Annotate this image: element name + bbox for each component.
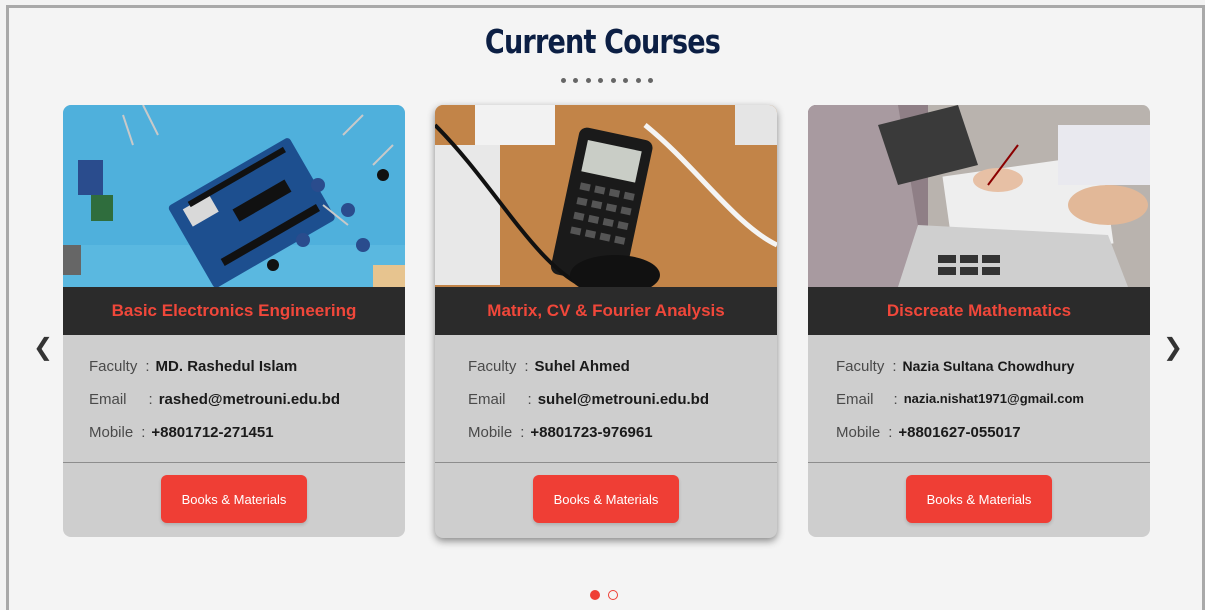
course-info: Faculty: Suhel Ahmed Email: suhel@metrouni… <box>468 358 709 457</box>
mobile-value: +8801712-271451 <box>151 424 274 441</box>
email-value: suhel@metrouni.edu.bd <box>537 391 709 408</box>
mobile-label: Mobile <box>836 424 881 441</box>
course-title: Basic Electronics Engineering <box>63 287 405 335</box>
carousel-pagination <box>590 590 618 600</box>
books-materials-button[interactable]: Books & Materials <box>906 475 1052 523</box>
books-materials-button[interactable]: Books & Materials <box>533 475 679 523</box>
separator: : <box>145 358 150 375</box>
email-label: Email <box>836 391 874 408</box>
separator: : <box>527 391 532 408</box>
faculty-name: Suhel Ahmed <box>534 358 630 375</box>
separator: : <box>141 424 146 441</box>
faculty-label: Faculty <box>836 358 885 375</box>
mobile-value: +8801723-976961 <box>530 424 653 441</box>
next-arrow-icon[interactable]: ❯ <box>1163 333 1183 361</box>
email-label: Email <box>468 391 506 408</box>
email-value: rashed@metrouni.edu.bd <box>158 391 340 408</box>
course-title: Matrix, CV & Fourier Analysis <box>435 287 777 335</box>
course-card: Discreate Mathematics Faculty: Nazia Sult… <box>808 105 1150 537</box>
arduino-electronics-image <box>63 105 405 287</box>
faculty-label: Faculty <box>89 358 138 375</box>
card-divider <box>63 462 405 463</box>
pagination-dot[interactable] <box>608 590 618 600</box>
pagination-dot-active[interactable] <box>590 590 600 600</box>
email-label: Email <box>89 391 127 408</box>
separator: : <box>148 391 153 408</box>
course-card: Matrix, CV & Fourier Analysis Faculty: Su… <box>435 105 777 538</box>
books-materials-button[interactable]: Books & Materials <box>161 475 307 523</box>
mobile-label: Mobile <box>468 424 513 441</box>
prev-arrow-icon[interactable]: ❮ <box>33 333 53 361</box>
faculty-name: MD. Rashedul Islam <box>155 358 298 375</box>
card-divider <box>808 462 1150 463</box>
course-card: Basic Electronics Engineering Faculty: MD… <box>63 105 405 537</box>
mobile-value: +8801627-055017 <box>898 424 1021 441</box>
course-info: Faculty: MD. Rashedul Islam Email: rashed@… <box>89 358 340 457</box>
mobile-label: Mobile <box>89 424 134 441</box>
email-value: nazia.nishat1971@gmail.com <box>903 391 1084 406</box>
separator: : <box>888 424 893 441</box>
separator: : <box>520 424 525 441</box>
course-title: Discreate Mathematics <box>808 287 1150 335</box>
separator: : <box>524 358 529 375</box>
course-info: Faculty: Nazia Sultana Chowdhury Email: na… <box>836 358 1084 457</box>
page-title: Current Courses <box>484 22 721 61</box>
faculty-name: Nazia Sultana Chowdhury <box>902 358 1075 374</box>
calculator-desk-image <box>435 105 777 287</box>
title-dotted-divider <box>561 78 653 84</box>
separator: : <box>893 391 898 408</box>
faculty-label: Faculty <box>468 358 517 375</box>
laptop-writing-image <box>808 105 1150 287</box>
card-divider <box>435 462 777 463</box>
separator: : <box>892 358 897 375</box>
